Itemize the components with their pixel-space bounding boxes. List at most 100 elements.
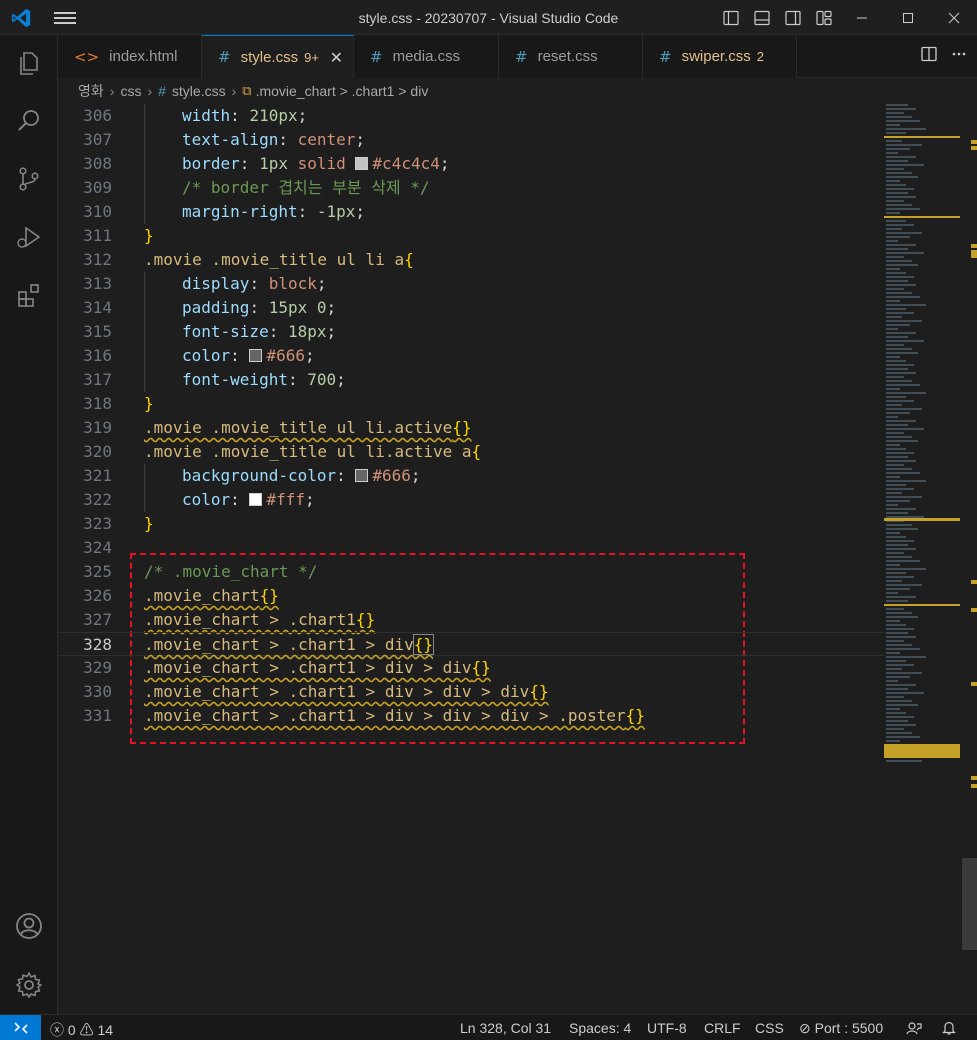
- minimap-line: [886, 416, 898, 418]
- menu-button[interactable]: [54, 9, 76, 27]
- tab-index-html[interactable]: <> index.html: [58, 35, 202, 78]
- minimap-line: [886, 156, 916, 158]
- minimap-line: [886, 448, 906, 450]
- minimap-line: [886, 688, 908, 690]
- breadcrumb-subfolder[interactable]: css: [120, 83, 141, 99]
- minimap-line: [886, 532, 900, 534]
- color-swatch[interactable]: [249, 493, 263, 506]
- settings-gear-icon[interactable]: [0, 961, 58, 1009]
- minimap-line: [886, 376, 904, 378]
- encoding-setting[interactable]: UTF-8: [647, 1020, 687, 1036]
- split-editor-icon[interactable]: [921, 46, 937, 67]
- code-line[interactable]: 309 /* border 겹치는 부분 삭제 */: [58, 176, 884, 200]
- problems-indicator[interactable]: ⓧ 0 ⚠ 14: [50, 1020, 113, 1040]
- minimap-warning-highlight: [884, 216, 960, 218]
- indentation-setting[interactable]: Spaces: 4: [569, 1020, 631, 1036]
- vscode-logo-icon[interactable]: [10, 7, 32, 29]
- code-token: .movie_chart: [144, 586, 260, 605]
- code-line[interactable]: 306 width: 210px;: [58, 104, 884, 128]
- code-line[interactable]: 310 margin-right: -1px;: [58, 200, 884, 224]
- code-token: :: [230, 106, 250, 125]
- code-line[interactable]: 320 .movie .movie_title ul li.active a{: [58, 440, 884, 464]
- notifications-bell-icon[interactable]: [941, 1020, 957, 1039]
- code-line[interactable]: 319 .movie .movie_title ul li.active{}: [58, 416, 884, 440]
- line-number: 325: [83, 562, 112, 581]
- language-mode[interactable]: CSS: [755, 1020, 784, 1036]
- code-line[interactable]: 324: [58, 536, 884, 560]
- feedback-icon[interactable]: [906, 1020, 922, 1039]
- eol-setting[interactable]: CRLF: [704, 1020, 741, 1036]
- code-line[interactable]: 315 font-size: 18px;: [58, 320, 884, 344]
- tab-label: media.css: [392, 48, 461, 65]
- toggle-panel-icon[interactable]: [746, 0, 777, 35]
- toggle-secondary-sidebar-icon[interactable]: [777, 0, 808, 35]
- color-swatch[interactable]: [249, 349, 263, 362]
- live-server-port[interactable]: ⊘ Port : 5500: [799, 1020, 883, 1037]
- code-line[interactable]: 313 display: block;: [58, 272, 884, 296]
- code-editor[interactable]: 306 width: 210px; 307 text-align: center; 30…: [58, 104, 884, 1014]
- color-swatch[interactable]: [355, 469, 369, 482]
- accounts-icon[interactable]: [0, 902, 58, 950]
- code-token: 210px: [249, 106, 298, 125]
- code-token: .movie .movie_title ul li a: [144, 250, 405, 269]
- cursor-position[interactable]: Ln 328, Col 31: [460, 1020, 551, 1036]
- remote-indicator-icon[interactable]: [0, 1015, 41, 1040]
- close-tab-icon[interactable]: ✕: [330, 48, 343, 68]
- code-line[interactable]: 307 text-align: center;: [58, 128, 884, 152]
- code-line[interactable]: 322 color: #fff;: [58, 488, 884, 512]
- minimap-line: [886, 464, 904, 466]
- code-line[interactable]: 321 background-color: #666;: [58, 464, 884, 488]
- code-line[interactable]: 331 .movie_chart > .chart1 > div > div > …: [58, 704, 884, 728]
- maximize-icon[interactable]: [885, 0, 931, 35]
- toggle-primary-sidebar-icon[interactable]: [715, 0, 746, 35]
- indent-guide: [144, 344, 182, 368]
- code-token: {}: [471, 658, 491, 677]
- tab-label: swiper.css: [681, 48, 751, 65]
- line-number: 319: [83, 418, 112, 437]
- code-line[interactable]: 323}: [58, 512, 884, 536]
- minimap-line: [886, 648, 920, 650]
- breadcrumb-folder[interactable]: 영화: [78, 81, 104, 101]
- code-token: margin-right: [182, 202, 298, 221]
- color-swatch[interactable]: [355, 157, 369, 170]
- code-line[interactable]: 308 border: 1px solid #c4c4c4;: [58, 152, 884, 176]
- search-icon[interactable]: [0, 97, 58, 145]
- code-token: ;: [336, 370, 346, 389]
- line-number: 328: [83, 635, 112, 654]
- close-window-icon[interactable]: [931, 0, 977, 35]
- code-line[interactable]: 311}: [58, 224, 884, 248]
- breadcrumb-symbol[interactable]: .movie_chart > .chart1 > div: [256, 83, 429, 99]
- code-line[interactable]: 327 .movie_chart > .chart1{}: [58, 608, 884, 632]
- code-line[interactable]: 314 padding: 15px 0;: [58, 296, 884, 320]
- code-line[interactable]: 317 font-weight: 700;: [58, 368, 884, 392]
- code-line[interactable]: 326 .movie_chart{}: [58, 584, 884, 608]
- customize-layout-icon[interactable]: [808, 0, 839, 35]
- tab-media-css[interactable]: # media.css: [354, 35, 499, 78]
- tab-swiper-css[interactable]: # swiper.css 2: [643, 35, 797, 78]
- source-control-icon[interactable]: [0, 155, 58, 203]
- code-line[interactable]: 328 .movie_chart > .chart1 > div{}: [58, 632, 884, 656]
- scrollbar-warning-marker: [971, 784, 977, 788]
- code-line[interactable]: 330 .movie_chart > .chart1 > div > div > …: [58, 680, 884, 704]
- minimap-line: [886, 344, 904, 346]
- minimap-line: [886, 644, 912, 646]
- minimap-line: [886, 140, 902, 142]
- minimap-line: [886, 116, 912, 118]
- tab-style-css[interactable]: # style.css 9+ ✕: [202, 35, 354, 78]
- editor-scrollbar-thumb[interactable]: [962, 858, 977, 950]
- run-debug-icon[interactable]: [0, 213, 58, 261]
- explorer-icon[interactable]: [0, 39, 58, 87]
- code-line[interactable]: 318}: [58, 392, 884, 416]
- code-line[interactable]: 316 color: #666;: [58, 344, 884, 368]
- breadcrumb-file[interactable]: style.css: [172, 83, 226, 99]
- line-number: 308: [83, 154, 112, 173]
- code-line[interactable]: 312 .movie .movie_title ul li a{: [58, 248, 884, 272]
- tab-reset-css[interactable]: # reset.css: [499, 35, 643, 78]
- minimap-line: [886, 296, 920, 298]
- code-token: ;: [304, 346, 315, 365]
- more-actions-icon[interactable]: [951, 46, 967, 67]
- code-line[interactable]: 325 /* .movie_chart */: [58, 560, 884, 584]
- extensions-icon[interactable]: [0, 271, 58, 319]
- minimize-icon[interactable]: [839, 0, 885, 35]
- code-line[interactable]: 329 .movie_chart > .chart1 > div > div{}: [58, 656, 884, 680]
